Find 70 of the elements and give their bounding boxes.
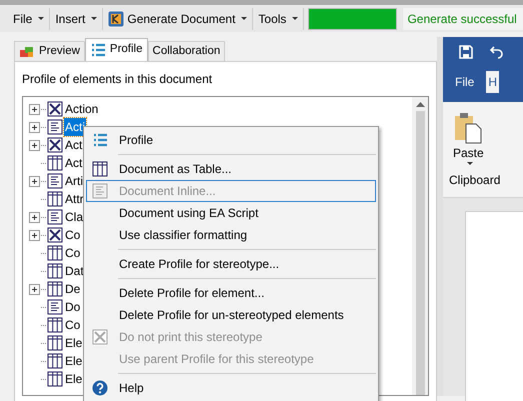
ribbon-group-label: Clipboard <box>449 172 502 189</box>
tree-item[interactable]: Co <box>64 244 82 262</box>
menu-item[interactable]: Use classifier formatting <box>86 224 376 246</box>
toolbar-menu[interactable]: Tools <box>253 8 304 30</box>
table-icon <box>47 317 63 333</box>
tree-item[interactable]: Dat <box>64 262 85 280</box>
tree-item[interactable]: Action <box>64 100 100 118</box>
table-icon <box>47 335 63 351</box>
menu-item[interactable]: Help <box>86 377 376 399</box>
expand-icon[interactable] <box>29 122 40 132</box>
paste-button[interactable]: Paste <box>453 112 484 165</box>
document-icon <box>47 209 63 225</box>
tab[interactable]: Collaboration <box>148 41 226 61</box>
expand-icon[interactable] <box>29 230 40 240</box>
toolbar-menu[interactable]: Insert <box>50 8 104 30</box>
list-icon <box>90 42 106 58</box>
tree-item[interactable]: Act <box>64 136 84 154</box>
toolbar-menu[interactable]: Generate Document <box>103 8 254 30</box>
menu-item[interactable]: Document as Table... <box>86 158 376 180</box>
table-icon <box>47 155 63 171</box>
tree-item[interactable]: Act <box>64 154 84 172</box>
document-icon <box>92 183 108 199</box>
tree-item[interactable]: Do <box>64 298 82 316</box>
expand-icon[interactable] <box>29 140 40 150</box>
table-icon <box>47 191 63 207</box>
table-icon <box>92 161 108 177</box>
clipboard-icon <box>454 112 482 144</box>
panel-caption: Profile of elements in this document <box>22 71 214 88</box>
tree-item[interactable]: Ele <box>64 334 84 352</box>
cross-icon <box>92 329 108 345</box>
tree-item[interactable]: Ele <box>64 352 84 370</box>
table-icon <box>47 353 63 369</box>
ribbon-tab[interactable]: H <box>486 71 500 93</box>
document-icon <box>47 299 63 315</box>
table-icon <box>47 263 63 279</box>
menu-item[interactable]: Delete Profile for un-stereotyped elements <box>86 304 376 326</box>
expand-icon[interactable] <box>29 284 40 294</box>
scroll-up-icon[interactable] <box>416 101 424 107</box>
tree-item[interactable]: Co <box>64 316 82 334</box>
toolbar-menu[interactable]: File <box>8 8 50 30</box>
expand-icon[interactable] <box>29 176 40 186</box>
list-icon <box>92 132 108 148</box>
save-icon[interactable] <box>459 45 473 59</box>
status-text: Generate successful <box>403 8 523 30</box>
help-icon <box>92 380 108 396</box>
document-icon <box>47 173 63 189</box>
tab[interactable]: Preview <box>14 41 85 61</box>
table-icon <box>47 371 63 387</box>
expand-icon[interactable] <box>29 212 40 222</box>
tree-item[interactable]: Arti <box>64 172 84 190</box>
menu-item[interactable]: Profile <box>86 129 376 151</box>
menu-item[interactable]: Create Profile for stereotype... <box>86 253 376 275</box>
table-icon <box>47 245 63 261</box>
undo-icon[interactable] <box>489 45 503 59</box>
tree-item[interactable]: Ele <box>64 370 84 388</box>
expand-icon[interactable] <box>29 104 40 114</box>
cross-icon <box>47 227 63 243</box>
cross-icon <box>47 137 63 153</box>
tree-item[interactable]: Attr <box>64 190 85 208</box>
document-icon <box>47 119 63 135</box>
tree-item[interactable]: De <box>64 280 82 298</box>
table-icon <box>47 281 63 297</box>
tab[interactable]: Profile <box>84 38 148 61</box>
scrollbar-thumb[interactable] <box>416 111 424 395</box>
tree-item[interactable]: Cla <box>64 208 84 226</box>
menu-item[interactable]: Delete Profile for element... <box>86 282 376 304</box>
tree-item[interactable]: Co <box>64 226 82 244</box>
generate-icon <box>108 10 124 26</box>
cross-icon <box>47 101 63 117</box>
menu-item[interactable]: Document using EA Script <box>86 202 376 224</box>
